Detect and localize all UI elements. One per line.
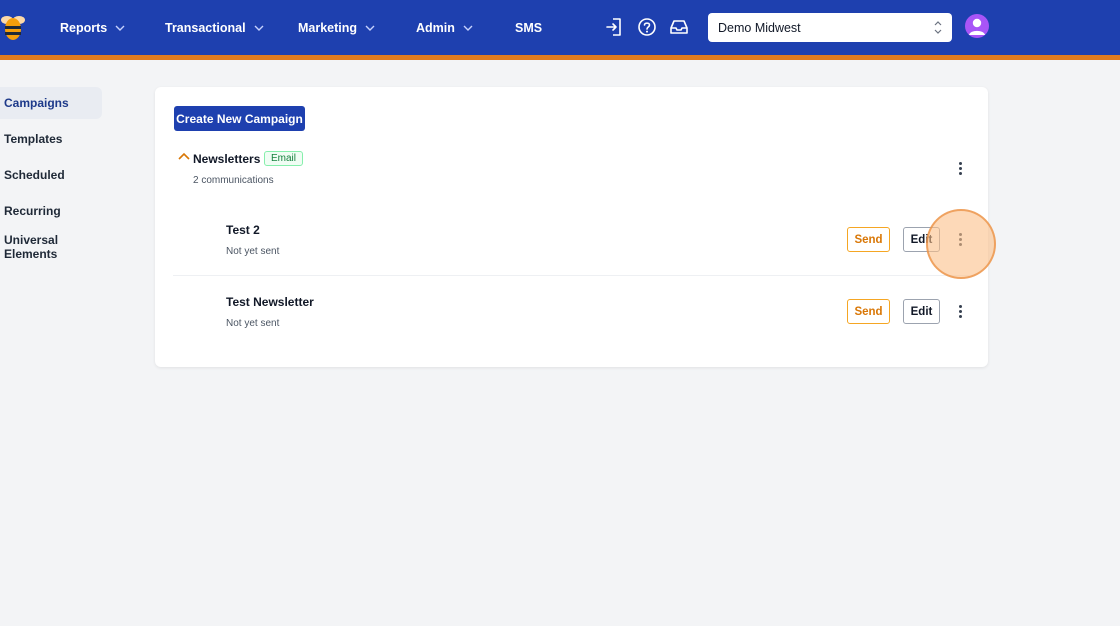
chevron-down-icon <box>115 25 125 31</box>
nav-marketing[interactable]: Marketing <box>298 0 375 55</box>
select-updown-icon <box>934 21 942 34</box>
chevron-down-icon <box>254 25 264 31</box>
more-options-icon[interactable] <box>953 230 967 248</box>
campaigns-card: Create New Campaign Newsletters Email 2 … <box>155 87 988 367</box>
send-button[interactable]: Send <box>847 299 890 324</box>
sidebar-item-recurring[interactable]: Recurring <box>0 195 102 227</box>
nav-admin-label: Admin <box>416 20 455 35</box>
email-badge: Email <box>264 151 304 166</box>
group-title[interactable]: Newsletters <box>193 152 260 166</box>
chevron-down-icon <box>365 25 375 31</box>
sidebar-item-scheduled[interactable]: Scheduled <box>0 159 102 191</box>
sidebar-item-label: Templates <box>4 132 63 146</box>
create-new-campaign-button[interactable]: Create New Campaign <box>174 106 305 131</box>
send-button[interactable]: Send <box>847 227 890 252</box>
sidebar-item-label: Universal Elements <box>4 233 59 261</box>
sidebar-item-label: Campaigns <box>4 96 69 110</box>
chevron-up-icon[interactable] <box>178 152 190 161</box>
nav-sms-label: SMS <box>515 20 543 35</box>
help-icon[interactable] <box>636 16 658 38</box>
sidebar-item-label: Scheduled <box>4 168 65 182</box>
user-avatar-icon[interactable] <box>965 14 989 38</box>
group-communication-count: 2 communications <box>193 175 274 186</box>
top-navbar: Reports Transactional Marketing Admin SM… <box>0 0 1120 55</box>
inbox-icon[interactable] <box>668 16 690 38</box>
edit-button[interactable]: Edit <box>903 299 940 324</box>
edit-button[interactable]: Edit <box>903 227 940 252</box>
nav-transactional[interactable]: Transactional <box>165 0 264 55</box>
row-divider <box>173 275 969 276</box>
bee-logo-icon[interactable] <box>0 12 28 42</box>
chevron-down-icon <box>463 25 473 31</box>
nav-sms[interactable]: SMS <box>515 0 542 55</box>
communication-title[interactable]: Test Newsletter <box>226 295 314 309</box>
nav-marketing-label: Marketing <box>298 20 358 35</box>
nav-transactional-label: Transactional <box>165 20 246 35</box>
sidebar-item-campaigns[interactable]: Campaigns <box>0 87 102 119</box>
navbar-accent-stripe <box>0 55 1120 60</box>
sign-in-icon[interactable] <box>604 16 626 38</box>
more-options-icon[interactable] <box>953 302 967 320</box>
organization-select-value: Demo Midwest <box>718 20 801 35</box>
nav-reports[interactable]: Reports <box>60 0 125 55</box>
communication-title[interactable]: Test 2 <box>226 223 260 237</box>
sidebar-item-universal-elements[interactable]: Universal Elements <box>0 231 102 263</box>
group-more-options-icon[interactable] <box>953 159 967 177</box>
sidebar-item-label: Recurring <box>4 204 61 218</box>
sidebar-item-templates[interactable]: Templates <box>0 123 102 155</box>
organization-select[interactable]: Demo Midwest <box>708 13 952 42</box>
nav-admin[interactable]: Admin <box>416 0 473 55</box>
communication-status: Not yet sent <box>226 318 280 329</box>
nav-reports-label: Reports <box>60 20 108 35</box>
communication-status: Not yet sent <box>226 246 280 257</box>
